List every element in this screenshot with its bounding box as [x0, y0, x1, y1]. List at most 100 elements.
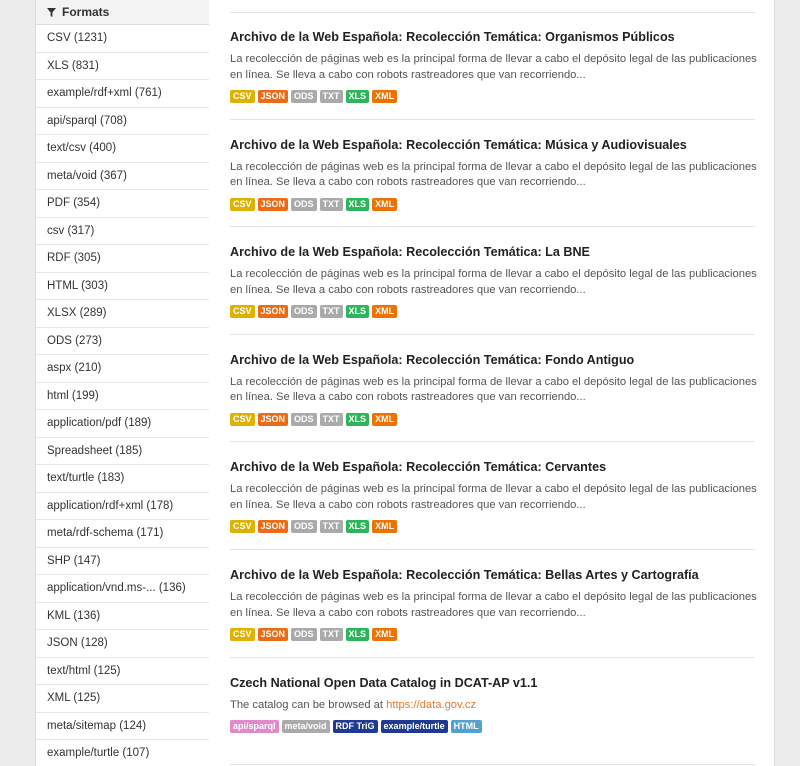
format-badge[interactable]: JSON [257, 305, 289, 319]
facet-item[interactable]: text/csv (400) [36, 135, 210, 163]
dataset-title-link[interactable]: Archivo de la Web Española: Recolección … [230, 138, 755, 152]
dataset-description-text: La recolección de páginas web es la prin… [230, 591, 757, 619]
format-badge[interactable]: ODS [291, 412, 317, 426]
format-badge[interactable]: meta/void [281, 720, 330, 734]
facet-item[interactable]: PDF (354) [36, 190, 210, 218]
format-badge[interactable]: XML [372, 628, 398, 641]
format-badge[interactable]: CSV [230, 520, 255, 534]
format-badges: api/sparql meta/void RDF TriG example/turtl… [230, 720, 755, 734]
format-badge[interactable]: CSV [230, 412, 255, 426]
dataset-description: La recolección de páginas web es la prin… [230, 52, 760, 83]
format-badge[interactable]: RDF TriG [332, 720, 378, 734]
format-badge[interactable]: api/sparql [230, 720, 279, 734]
format-badge[interactable]: XML [372, 520, 398, 534]
dataset-description-text: La recolección de páginas web es la prin… [230, 160, 757, 189]
facet-item[interactable]: SHP (147) [36, 548, 210, 575]
dataset-title-link[interactable]: Archivo de la Web Española: Recolección … [230, 245, 755, 259]
dataset-description: La recolección de páginas web es la prin… [230, 590, 760, 621]
dataset-description: La recolección de páginas web es la prin… [230, 267, 760, 298]
format-badge[interactable]: JSON [257, 90, 289, 103]
format-badge[interactable]: TXT [319, 520, 343, 534]
dataset-description-text: La recolección de páginas web es la prin… [230, 53, 757, 81]
format-badge[interactable]: ODS [291, 520, 317, 534]
facet-item[interactable]: html (199) [36, 383, 210, 410]
facet-item[interactable]: JSON (128) [36, 630, 210, 658]
facet-item[interactable]: application/vnd.ms-... (136) [36, 575, 210, 603]
dataset-description: La recolección de páginas web es la prin… [230, 160, 760, 191]
format-badge[interactable]: example/turtle [380, 720, 448, 734]
dataset-description-text: The catalog can be browsed at [230, 698, 383, 711]
facet-item[interactable]: api/sparql (708) [36, 108, 210, 135]
dataset-item: Archivo de la Web Española: Recolección … [230, 550, 757, 658]
facet-item[interactable]: text/html (125) [36, 658, 210, 685]
format-badge[interactable]: ODS [291, 197, 317, 211]
dataset-item: Archivo de la Web Española: Recolección … [230, 12, 757, 120]
facet-item[interactable]: meta/sitemap (124) [36, 713, 210, 740]
facet-heading-label: Formats [62, 5, 110, 19]
facet-item[interactable]: XLSX (289) [36, 300, 210, 328]
dataset-description: La recolección de páginas web es la prin… [230, 482, 760, 513]
format-badge[interactable]: JSON [257, 520, 289, 534]
dataset-title-link[interactable]: Czech National Open Data Catalog in DCAT… [230, 676, 755, 690]
facet-item[interactable]: application/rdf+xml (178) [36, 493, 210, 520]
format-badge[interactable]: XML [372, 90, 398, 103]
format-badge[interactable]: TXT [319, 412, 343, 426]
facet-item[interactable]: aspx (210) [36, 355, 210, 383]
format-badges: CSV JSON ODS TXT XLS XML [230, 90, 755, 103]
dataset-title-link[interactable]: Archivo de la Web Española: Recolección … [230, 353, 755, 367]
facet-item[interactable]: XLS (831) [36, 53, 210, 80]
facet-item[interactable]: RDF (305) [36, 245, 210, 273]
facet-item[interactable]: meta/void (367) [36, 163, 210, 190]
format-badge[interactable]: TXT [319, 90, 343, 103]
format-badge[interactable]: TXT [319, 305, 343, 319]
facet-item[interactable]: CSV (1231) [36, 25, 210, 53]
dataset-description: The catalog can be browsed at https://da… [230, 698, 760, 714]
facet-list: CSV (1231) XLS (831) example/rdf+xml (761)… [36, 25, 210, 766]
facet-item[interactable]: example/turtle (107) [36, 740, 210, 766]
format-badge[interactable]: XLS [345, 628, 370, 641]
catalog-link[interactable]: https://data.gov.cz [386, 699, 476, 711]
format-badge[interactable]: TXT [319, 628, 343, 641]
format-badges: CSV JSON ODS TXT XLS XML [230, 520, 755, 534]
format-badge[interactable]: JSON [257, 197, 289, 211]
format-badge[interactable]: XLS [345, 90, 370, 103]
format-badge[interactable]: CSV [230, 197, 255, 211]
format-badge[interactable]: ODS [291, 628, 317, 641]
format-badge[interactable]: XML [372, 197, 398, 211]
format-badge[interactable]: TXT [319, 197, 343, 211]
dataset-title-link[interactable]: Archivo de la Web Española: Recolección … [230, 568, 755, 582]
dataset-item: Archivo de la Web Española: Recolección … [230, 227, 757, 335]
facet-item[interactable]: KML (136) [36, 603, 210, 630]
format-badge[interactable]: XLS [345, 412, 370, 426]
facet-item[interactable]: example/rdf+xml (761) [36, 80, 210, 108]
dataset-title-link[interactable]: Archivo de la Web Española: Recolección … [230, 460, 755, 474]
facet-heading: Formats [36, 0, 210, 25]
dataset-list: Archivo de la Web Española: Recolección … [209, 0, 775, 766]
format-badge[interactable]: XML [372, 412, 398, 426]
dataset-item: Czech National Open Data Catalog in DCAT… [230, 658, 755, 766]
facet-item[interactable]: text/turtle (183) [36, 465, 210, 493]
dataset-item: Archivo de la Web Española: Recolección … [230, 335, 757, 443]
format-badge[interactable]: XLS [345, 197, 370, 211]
format-badge[interactable]: HTML [450, 720, 482, 734]
formats-facet: Formats CSV (1231) XLS (831) example/rdf+x… [35, 0, 211, 766]
format-badge[interactable]: CSV [230, 90, 255, 103]
facet-item[interactable]: application/pdf (189) [36, 410, 210, 438]
format-badge[interactable]: CSV [230, 305, 255, 319]
format-badge[interactable]: XLS [345, 305, 370, 319]
facet-item[interactable]: meta/rdf-schema (171) [36, 520, 210, 548]
dataset-description-text: La recolección de páginas web es la prin… [230, 268, 757, 296]
facet-item[interactable]: ODS (273) [36, 328, 210, 355]
format-badge[interactable]: ODS [291, 305, 317, 319]
format-badge[interactable]: JSON [257, 628, 289, 641]
format-badge[interactable]: XML [372, 305, 398, 319]
facet-item[interactable]: Spreadsheet (185) [36, 438, 210, 465]
facet-item[interactable]: HTML (303) [36, 273, 210, 300]
facet-item[interactable]: csv (317) [36, 218, 210, 245]
dataset-title-link[interactable]: Archivo de la Web Española: Recolección … [230, 30, 755, 44]
facet-item[interactable]: XML (125) [36, 685, 210, 713]
format-badge[interactable]: XLS [345, 520, 370, 534]
format-badge[interactable]: CSV [230, 628, 255, 641]
format-badge[interactable]: JSON [257, 412, 289, 426]
format-badge[interactable]: ODS [291, 90, 317, 103]
